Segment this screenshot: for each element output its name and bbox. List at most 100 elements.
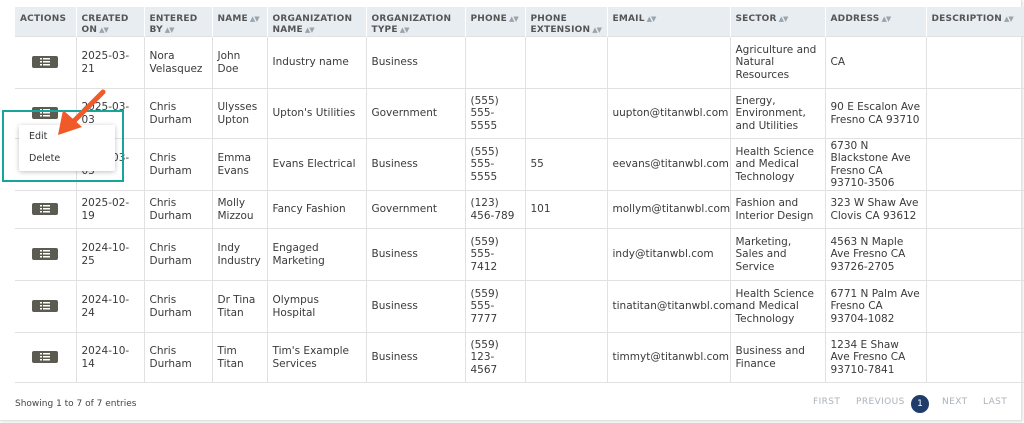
actions-button[interactable]: [32, 300, 59, 313]
column-header[interactable]: SECTOR ▲▼: [729, 7, 825, 37]
sector-cell: Marketing, Sales and Service: [729, 228, 826, 281]
org-type-cell: Business: [365, 36, 466, 89]
address-cell: 6730 N Blackstone Ave Fresno CA 93710-35…: [824, 138, 927, 191]
sort-icon[interactable]: ▲▼: [509, 15, 519, 23]
column-header[interactable]: DESCRIPTION ▲▼: [925, 7, 1024, 37]
column-header[interactable]: ORGANIZATION TYPE ▲▼: [365, 7, 465, 37]
org-name-cell: Engaged Marketing: [266, 228, 367, 281]
name-cell: Tim Titan: [211, 332, 268, 383]
phone-ext-cell: 101: [524, 190, 608, 229]
column-header-label: NAME: [217, 14, 248, 24]
phone-cell: (555) 555-5555: [464, 88, 526, 139]
column-header[interactable]: ORGANIZATION NAME ▲▼: [266, 7, 366, 37]
actions-cell: [15, 332, 77, 383]
column-header-label: DESCRIPTION: [931, 14, 1002, 24]
phone-ext-cell: [524, 88, 608, 139]
address-cell: 4563 N Maple Ave Fresno CA 93726-2705: [824, 228, 927, 281]
table-header: ACTIONS CREATED ON ▲▼ ENTERED BY ▲▼ NAME ▲▼ ORG…: [15, 7, 1024, 37]
column-header[interactable]: EMAIL ▲▼: [606, 7, 730, 37]
org-type-cell: Business: [365, 138, 466, 191]
entered-by-cell: Chris Durham: [143, 332, 213, 383]
email-cell: eevans@titanwbl.com: [606, 138, 731, 191]
sort-icon[interactable]: ▲▼: [881, 15, 891, 23]
list-icon: [40, 302, 51, 310]
phone-cell: [464, 36, 526, 89]
sort-icon[interactable]: ▲▼: [647, 15, 657, 23]
sector-cell: Health Science and Medical Technology: [729, 138, 826, 191]
org-name-cell: Industry name: [266, 36, 367, 89]
description-cell: [925, 280, 1024, 333]
phone-cell: (123) 456-789: [464, 190, 526, 229]
pagination-last[interactable]: LAST: [983, 397, 1007, 407]
table-row: 2025-02-19 Chris Durham Molly Mizzou Fancy …: [15, 190, 1024, 229]
created-on-cell: 2025-02-19: [75, 190, 145, 229]
entries-table: ACTIONS CREATED ON ▲▼ ENTERED BY ▲▼ NAME ▲▼ ORG…: [15, 7, 1024, 383]
sort-icon[interactable]: ▲▼: [400, 26, 410, 34]
actions-button[interactable]: [32, 351, 59, 364]
description-cell: [925, 190, 1024, 229]
name-cell: Ulysses Upton: [211, 88, 268, 139]
sector-cell: Fashion and Interior Design: [729, 190, 826, 229]
pagination-next[interactable]: NEXT: [942, 397, 968, 407]
actions-cell: [15, 228, 77, 281]
column-header-label: EMAIL: [612, 14, 645, 24]
pagination-first[interactable]: FIRST: [813, 397, 840, 407]
sort-icon[interactable]: ▲▼: [779, 15, 789, 23]
pagination-page-1[interactable]: 1: [911, 395, 929, 413]
org-name-cell: Upton's Utilities: [266, 88, 367, 139]
entered-by-cell: Chris Durham: [143, 88, 213, 139]
phone-ext-cell: [524, 228, 608, 281]
sort-icon[interactable]: ▲▼: [250, 15, 260, 23]
pagination-previous[interactable]: PREVIOUS: [856, 397, 905, 407]
org-name-cell: Evans Electrical: [266, 138, 367, 191]
actions-cell: [15, 280, 77, 333]
table-row: 2024-10-24 Chris Durham Dr Tina Titan Olymp…: [15, 280, 1024, 333]
org-name-cell: Tim's Example Services: [266, 332, 367, 383]
column-header[interactable]: NAME ▲▼: [211, 7, 267, 37]
column-header[interactable]: PHONE EXTENSION ▲▼: [524, 7, 607, 37]
entered-by-cell: Nora Velasquez: [143, 36, 213, 89]
description-cell: [925, 228, 1024, 281]
column-header-label: ORGANIZATION TYPE: [371, 14, 452, 35]
column-header-label: ADDRESS: [830, 14, 880, 24]
created-on-cell: 2024-10-14: [75, 332, 145, 383]
description-cell: [925, 88, 1024, 139]
description-cell: [925, 36, 1024, 89]
name-cell: Indy Industry: [211, 228, 268, 281]
sort-icon[interactable]: ▲▼: [305, 26, 315, 34]
address-cell: 6771 N Palm Ave Fresno CA 93704-1082: [824, 280, 927, 333]
table-row: 2025-03-21 Nora Velasquez John Doe Industry…: [15, 36, 1024, 89]
name-cell: Emma Evans: [211, 138, 268, 191]
email-cell: indy@titanwbl.com: [606, 228, 731, 281]
created-on-cell: 2024-10-24: [75, 280, 145, 333]
org-type-cell: Government: [365, 190, 466, 229]
phone-ext-cell: [524, 332, 608, 383]
created-on-cell: 2024-10-25: [75, 228, 145, 281]
address-cell: 323 W Shaw Ave Clovis CA 93612: [824, 190, 927, 229]
sector-cell: Energy, Environment, and Utilities: [729, 88, 826, 139]
list-icon: [40, 250, 51, 258]
org-type-cell: Business: [365, 228, 466, 281]
email-cell: uupton@titanwbl.com: [606, 88, 731, 139]
actions-button[interactable]: [32, 248, 59, 261]
column-header-label: PHONE: [470, 14, 507, 24]
address-cell: 90 E Escalon Ave Fresno CA 93710: [824, 88, 927, 139]
name-cell: Dr Tina Titan: [211, 280, 268, 333]
column-header[interactable]: ENTERED BY ▲▼: [143, 7, 212, 37]
email-cell: mollym@titanwbl.com: [606, 190, 731, 229]
table-row: 2025-03-03Chris DurhamEmma EvansEvans El…: [15, 138, 1024, 191]
sector-cell: Health Science and Medical Technology: [729, 280, 826, 333]
phone-cell: (559) 555-7777: [464, 280, 526, 333]
name-cell: Molly Mizzou: [211, 190, 268, 229]
list-icon: [40, 205, 51, 213]
email-cell: [606, 36, 731, 89]
column-header[interactable]: ADDRESS ▲▼: [824, 7, 926, 37]
sort-icon[interactable]: ▲▼: [592, 26, 602, 34]
sort-icon[interactable]: ▲▼: [1004, 15, 1014, 23]
entered-by-cell: Chris Durham: [143, 228, 213, 281]
sort-icon[interactable]: ▲▼: [165, 26, 175, 34]
phone-ext-cell: [524, 36, 608, 89]
column-header[interactable]: PHONE ▲▼: [464, 7, 525, 37]
org-name-cell: Olympus Hospital: [266, 280, 367, 333]
actions-button[interactable]: [32, 203, 59, 216]
